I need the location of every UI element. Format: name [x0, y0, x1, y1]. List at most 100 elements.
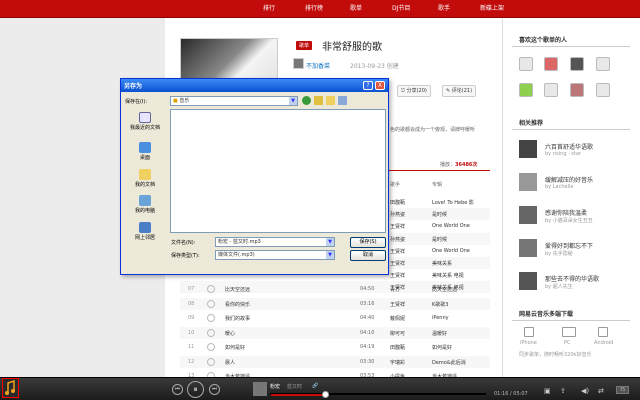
fan-avatar[interactable]: [544, 57, 558, 71]
recommend-title-text[interactable]: 感谢你陪我温柔: [545, 208, 587, 217]
now-playing-cover[interactable]: [253, 382, 267, 396]
back-icon[interactable]: [302, 96, 311, 105]
track-album[interactable]: Demo&此后消: [432, 359, 466, 366]
track-artist[interactable]: 孙燕姿: [390, 211, 405, 218]
place-computer[interactable]: 我的电脑: [125, 195, 165, 214]
recommend-author[interactable]: by 先手隐秘: [545, 250, 573, 257]
fan-avatar[interactable]: [596, 83, 610, 97]
table-row[interactable]: 12 晨人 03:30 宇瑞彩 Demo&此后消: [180, 355, 490, 368]
view-menu-icon[interactable]: [338, 96, 347, 105]
shuffle-icon[interactable]: ⇄: [598, 387, 604, 395]
dialog-titlebar[interactable]: 另存为 ? X: [121, 79, 388, 92]
place-documents[interactable]: 我的文档: [125, 169, 165, 188]
track-artist[interactable]: 王贤祥: [390, 272, 405, 279]
table-row[interactable]: 10 暖心 04:10 柳可可 温暖好: [180, 326, 490, 339]
progress-handle[interactable]: [321, 391, 329, 398]
now-playing-song[interactable]: 粉宏: [270, 383, 280, 390]
fan-avatar[interactable]: [596, 57, 610, 71]
new-folder-icon[interactable]: [326, 96, 335, 105]
track-artist[interactable]: 田馥甄: [390, 199, 405, 206]
pc-icon[interactable]: [562, 327, 576, 337]
play-icon[interactable]: [207, 285, 215, 293]
android-icon[interactable]: [598, 327, 608, 337]
track-artist[interactable]: 戴佩妮: [390, 315, 405, 322]
fan-avatar[interactable]: [519, 83, 533, 97]
fan-avatar[interactable]: [570, 57, 584, 71]
track-album[interactable]: One World One: [432, 248, 470, 254]
track-artist[interactable]: 王贤祥: [390, 248, 405, 255]
table-row[interactable]: 08 看你的快乐 03:16 王贤祥 K歌歌3: [180, 297, 490, 310]
device-android[interactable]: Android: [594, 340, 613, 346]
nav-item-new-albums[interactable]: 新碟上架: [480, 4, 504, 14]
track-name[interactable]: 暖心: [225, 330, 235, 337]
recommend-author[interactable]: by Lachelle: [545, 184, 573, 190]
share-icon[interactable]: ⇪: [560, 387, 566, 395]
device-iphone[interactable]: iPhone: [520, 340, 537, 346]
recommend-title-text[interactable]: 缓解减压的好音乐: [545, 175, 593, 184]
recommend-author[interactable]: by 超人先生: [545, 283, 573, 290]
recommend-title-text[interactable]: 那些去不得的华语歌: [545, 274, 599, 283]
track-album[interactable]: 是时候: [432, 236, 447, 243]
creator-name[interactable]: 不加香菜: [306, 61, 330, 70]
track-album[interactable]: 是时候: [432, 211, 447, 218]
prev-button[interactable]: ⏮: [172, 384, 183, 395]
pause-button[interactable]: ⏸: [187, 381, 204, 398]
track-album[interactable]: Love! To Hebe 影: [432, 199, 474, 206]
play-icon[interactable]: [207, 343, 215, 351]
recommend-cover[interactable]: [519, 272, 537, 290]
up-folder-icon[interactable]: [314, 96, 323, 105]
track-album[interactable]: 美味关系 电视: [432, 272, 464, 279]
nav-item-playlists[interactable]: 歌单: [350, 4, 362, 14]
volume-icon[interactable]: ◀): [581, 387, 589, 395]
place-network[interactable]: 网上邻居: [125, 222, 165, 241]
play-icon[interactable]: [207, 299, 215, 308]
filetype-select[interactable]: 媒体文件(.mp3) ▼: [215, 250, 335, 260]
track-album[interactable]: 温暖好: [432, 330, 447, 337]
fan-avatar[interactable]: [544, 83, 558, 97]
link-icon[interactable]: 🔗: [312, 383, 318, 389]
track-album[interactable]: 比天空还远: [432, 286, 457, 293]
track-artist[interactable]: 王贤祥: [390, 260, 405, 267]
recommend-title-text[interactable]: 爱得好到都忘不下: [545, 241, 593, 250]
track-artist[interactable]: 田馥甄: [390, 344, 405, 351]
progress-bar[interactable]: [270, 391, 486, 398]
recommend-cover[interactable]: [519, 140, 537, 158]
track-name[interactable]: 比天空还远: [225, 286, 250, 293]
track-album[interactable]: iPenny: [432, 315, 449, 321]
recommend-author[interactable]: by rising · star: [545, 151, 581, 157]
track-name[interactable]: 看你的快乐: [225, 301, 250, 308]
nav-item-ranking[interactable]: 排行: [263, 4, 275, 14]
file-list[interactable]: [170, 109, 386, 233]
nav-item-dj[interactable]: DJ节目: [392, 4, 410, 14]
comment-button[interactable]: ✎ 评论(21): [442, 85, 477, 97]
recommend-cover[interactable]: [519, 173, 537, 191]
place-desktop[interactable]: 桌面: [125, 142, 165, 161]
app-logo-icon[interactable]: [2, 378, 19, 398]
track-name[interactable]: 晨人: [225, 359, 235, 366]
recommend-cover[interactable]: [519, 206, 537, 224]
track-artist[interactable]: 柳可可: [390, 330, 405, 337]
recommend-cover[interactable]: [519, 239, 537, 257]
save-in-select[interactable]: ■ 音乐 ▼: [170, 96, 298, 106]
track-album[interactable]: 如何是好: [432, 344, 452, 351]
table-row[interactable]: 11 如何是好 04:19 田馥甄 如何是好: [180, 341, 490, 353]
track-artist[interactable]: 孙燕姿: [390, 236, 405, 243]
share-button[interactable]: ⎋ 分享(20): [397, 85, 431, 97]
fan-avatar[interactable]: [570, 83, 584, 97]
save-button[interactable]: 保存(S): [350, 237, 386, 248]
play-icon[interactable]: [207, 328, 215, 337]
track-album[interactable]: One World One: [432, 223, 470, 229]
table-row[interactable]: 09 我们的故事 04:40 戴佩妮 iPenny: [180, 312, 490, 324]
cancel-button[interactable]: 取消: [350, 250, 386, 261]
track-album[interactable]: K歌歌3: [432, 301, 448, 308]
track-artist[interactable]: 王贤祥: [390, 223, 405, 230]
help-button[interactable]: ?: [363, 81, 373, 90]
nav-item-charts[interactable]: 排行榜: [305, 4, 323, 14]
playlist-count-badge[interactable]: 75: [616, 386, 629, 394]
recommend-title-text[interactable]: 六百首舒适华语歌: [545, 142, 593, 151]
close-button[interactable]: X: [375, 81, 385, 90]
creator-avatar[interactable]: [293, 58, 304, 69]
next-button[interactable]: ⏭: [209, 384, 220, 395]
track-name[interactable]: 如何是好: [225, 344, 245, 351]
track-artist[interactable]: 青方: [390, 286, 400, 293]
